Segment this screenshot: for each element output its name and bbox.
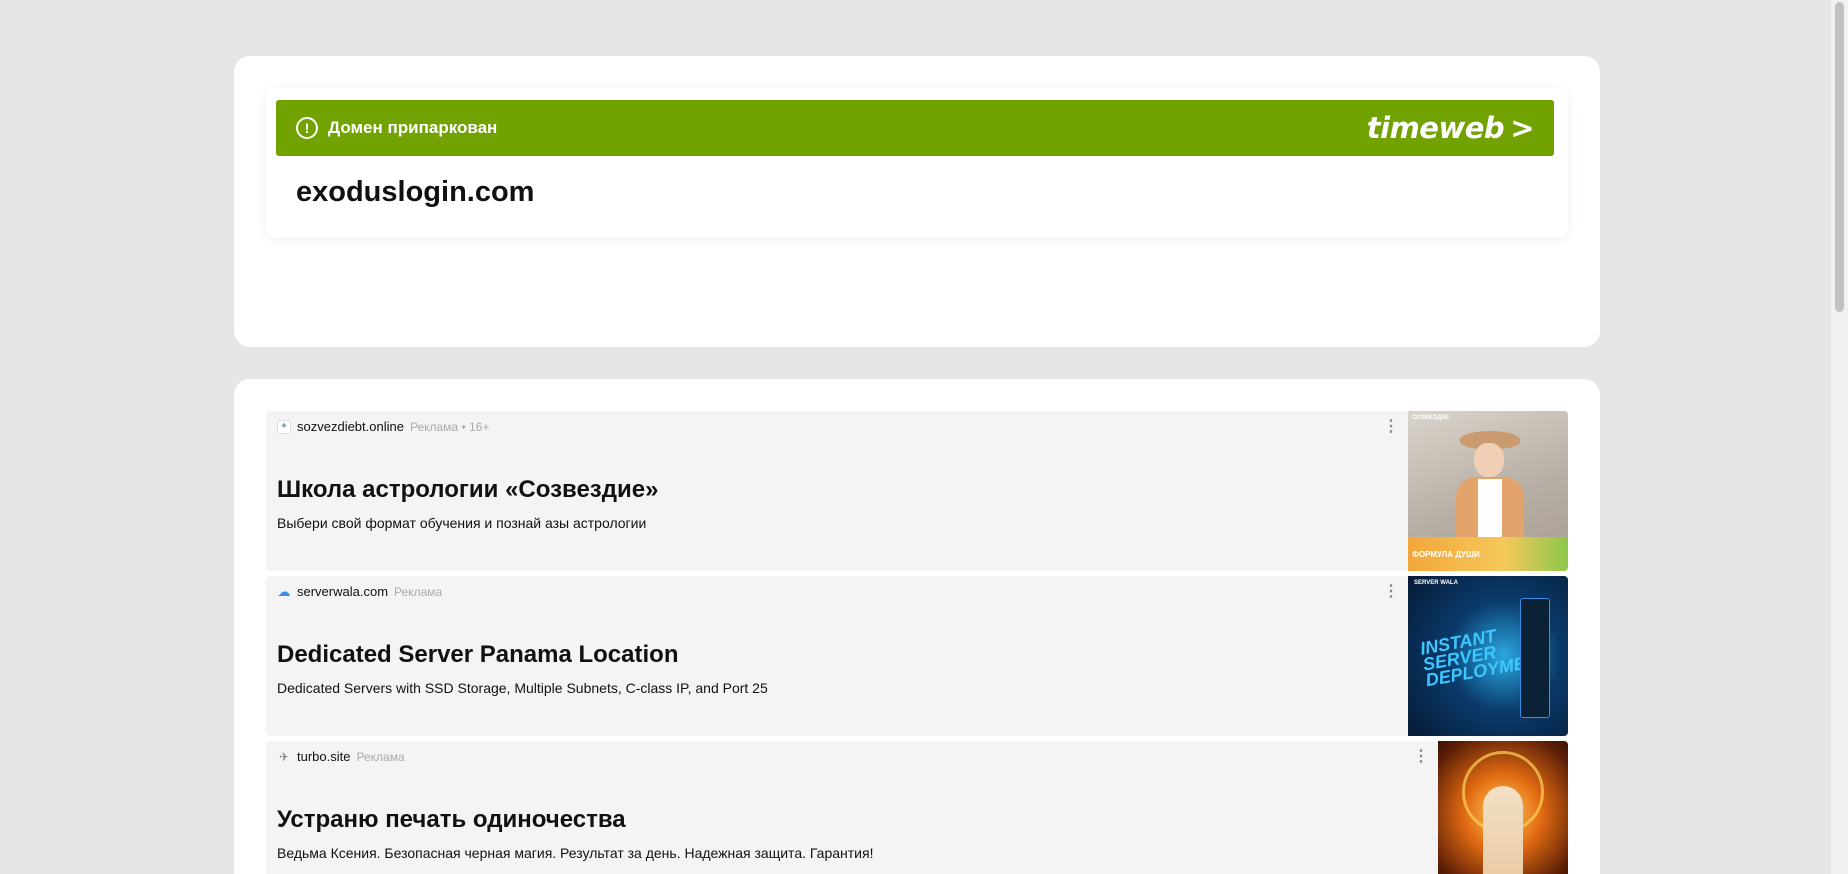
ad-tile[interactable]: ✦ sozvezdiebt.online Реклама • 16+ ⋮ Шко… bbox=[266, 411, 1568, 571]
ad-tile[interactable]: ☁ serverwala.com Реклама ⋮ Dedicated Ser… bbox=[266, 576, 1568, 736]
alert-icon: ! bbox=[296, 117, 318, 139]
ad-description: Dedicated Servers with SSD Storage, Mult… bbox=[277, 680, 768, 696]
favicon-icon: ✦ bbox=[277, 419, 291, 434]
ad-title[interactable]: Школа астрологии «Созвездие» bbox=[277, 476, 658, 504]
more-options-icon[interactable]: ⋮ bbox=[1383, 419, 1399, 435]
ad-image[interactable] bbox=[1438, 741, 1568, 874]
more-options-icon[interactable]: ⋮ bbox=[1413, 749, 1429, 765]
ad-tile[interactable]: ✈ turbo.site Реклама ⋮ Устраню печать од… bbox=[266, 741, 1568, 874]
ad-title[interactable]: Dedicated Server Panama Location bbox=[277, 641, 678, 669]
ad-header: ✈ turbo.site Реклама bbox=[277, 749, 405, 764]
rocket-icon: ✈ bbox=[278, 749, 290, 764]
server-rack-image bbox=[1520, 598, 1550, 718]
ad-header: ☁ serverwala.com Реклама bbox=[277, 583, 443, 600]
chevron-right-icon: > bbox=[1510, 111, 1534, 145]
page: ! Домен припаркован timeweb > exoduslogin… bbox=[0, 0, 1848, 874]
ad-image-logo: SERVER WALA bbox=[1414, 580, 1458, 586]
timeweb-logo-link[interactable]: timeweb > bbox=[1366, 111, 1535, 145]
domain-name: exoduslogin.com bbox=[296, 176, 535, 208]
ad-image-caption: ФОРМУЛА ДУШИ bbox=[1412, 550, 1480, 559]
ad-description: Ведьма Ксения. Безопасная черная магия. … bbox=[277, 845, 874, 861]
brand-name: timeweb bbox=[1366, 111, 1505, 145]
ad-image[interactable]: СОЗВЕЗДИЕ ФОРМУЛА ДУШИ bbox=[1408, 411, 1568, 571]
ad-label: Реклама bbox=[394, 584, 443, 599]
ad-label: Реклама • 16+ bbox=[409, 419, 490, 434]
portrait-image bbox=[1450, 425, 1530, 547]
parked-banner: ! Домен припаркован timeweb > bbox=[276, 100, 1554, 156]
parked-card: ! Домен припаркован timeweb > exoduslogin… bbox=[234, 56, 1600, 347]
ad-image-logo: СОЗВЕЗДИЕ bbox=[1412, 415, 1450, 421]
vertical-scrollbar[interactable] bbox=[1831, 0, 1848, 874]
ad-domain[interactable]: turbo.site bbox=[297, 749, 350, 764]
ad-domain[interactable]: serverwala.com bbox=[297, 584, 388, 599]
robed-figure-image bbox=[1483, 786, 1523, 874]
parked-status-text: Домен припаркован bbox=[328, 118, 498, 137]
parked-box: ! Домен припаркован timeweb > exoduslogin… bbox=[266, 88, 1568, 238]
ad-label: Реклама bbox=[356, 749, 405, 764]
scrollbar-thumb[interactable] bbox=[1835, 2, 1844, 312]
cloud-icon: ☁ bbox=[277, 583, 291, 599]
ads-card: ✦ sozvezdiebt.online Реклама • 16+ ⋮ Шко… bbox=[234, 379, 1600, 874]
more-options-icon[interactable]: ⋮ bbox=[1383, 584, 1399, 600]
ad-title[interactable]: Устраню печать одиночества bbox=[277, 806, 626, 834]
ad-description: Выбери свой формат обучения и познай азы… bbox=[277, 515, 647, 531]
ad-domain[interactable]: sozvezdiebt.online bbox=[297, 419, 404, 434]
ad-header: ✦ sozvezdiebt.online Реклама • 16+ bbox=[277, 419, 489, 434]
ad-image[interactable]: SERVER WALA INSTANT SERVER DEPLOYMENT bbox=[1408, 576, 1568, 736]
